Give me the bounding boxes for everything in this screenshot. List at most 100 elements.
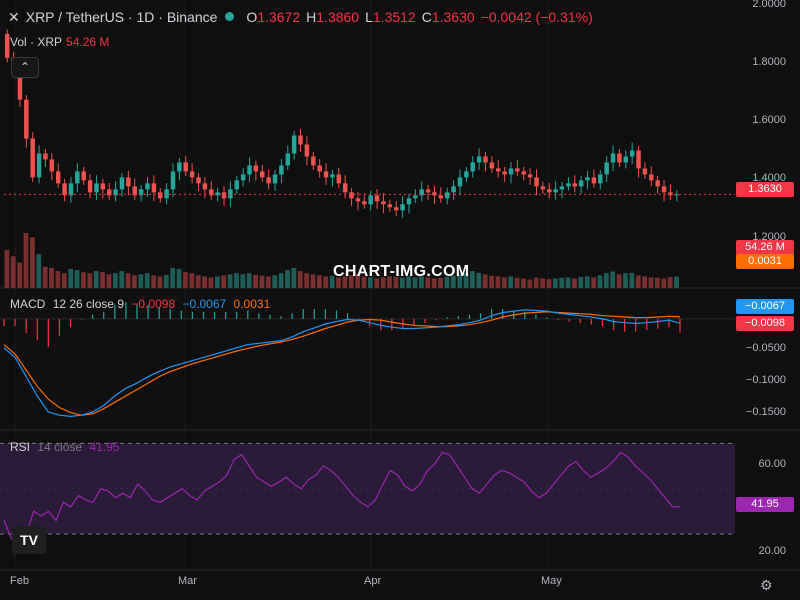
candle <box>578 175 584 194</box>
volume-bar <box>654 277 660 288</box>
volume-bar <box>208 277 214 288</box>
candle-body <box>285 153 291 166</box>
volume-bar <box>87 273 93 288</box>
candle-body <box>629 150 635 157</box>
candle <box>464 166 469 182</box>
candle-body <box>661 186 667 193</box>
candle <box>604 156 609 182</box>
macd-hist-bar <box>646 318 648 331</box>
rsi-params: 14 close <box>37 440 83 454</box>
tradingview-logo-icon[interactable]: TV <box>12 526 46 554</box>
volume-bar <box>265 276 271 288</box>
volume-bar <box>310 274 316 288</box>
volume-bar <box>603 273 609 288</box>
candle-body <box>457 177 463 187</box>
candle-body <box>649 174 654 181</box>
macd-hist-bar <box>612 318 615 331</box>
collapse-legend-button[interactable]: ⌃ <box>11 57 39 78</box>
macd-hist-bar <box>358 318 360 320</box>
candle-body <box>368 195 373 205</box>
macd-pane <box>0 301 735 418</box>
volume-bar <box>195 275 201 288</box>
volume-bar <box>552 278 558 288</box>
candle <box>323 163 329 185</box>
candle <box>158 187 163 203</box>
candle-body <box>610 153 616 163</box>
volume-bar <box>4 249 10 288</box>
volume-bar <box>514 277 520 288</box>
candle <box>119 172 125 197</box>
candle-body <box>151 183 157 193</box>
candle-body <box>87 180 93 193</box>
volume-bar <box>661 278 667 288</box>
rsi-tag: 41.95 <box>736 497 794 512</box>
volume-bar <box>316 275 322 288</box>
volume-bar <box>476 272 482 288</box>
candle <box>374 189 380 209</box>
macd-hist-bar <box>335 310 338 319</box>
symbol-title: XRP / TetherUS · 1D · Binance <box>25 9 218 25</box>
volume-bar <box>323 276 329 288</box>
volume-bar <box>112 273 118 288</box>
macd-hist-bar <box>557 318 559 321</box>
candle <box>559 181 565 199</box>
rsi-tick: 60.00 <box>758 458 786 470</box>
candle-body <box>228 189 233 199</box>
candle-body <box>317 165 322 172</box>
candle <box>451 180 456 200</box>
volume-bar <box>23 233 29 288</box>
candle-body <box>62 183 67 196</box>
macd-hist-bar <box>657 318 659 329</box>
price-tick: 2.0000 <box>752 0 786 10</box>
candle-body <box>559 186 565 190</box>
volume-bar <box>610 271 616 288</box>
macd-hist-bar <box>25 318 27 334</box>
macd-hist-bar <box>623 318 626 332</box>
candle-body <box>553 189 558 193</box>
rsi-legend: RSI 14 close 41.95 <box>10 440 119 454</box>
volume-bar <box>93 271 99 288</box>
macd-hist-bar <box>491 308 493 319</box>
volume-bar <box>482 274 488 288</box>
macd-hist-bar <box>80 318 83 320</box>
candle-body <box>438 195 444 199</box>
macd-hist-bar <box>58 318 61 336</box>
volume-bar <box>285 270 290 288</box>
open-label: O <box>246 9 258 25</box>
candle <box>266 169 271 190</box>
macd-hist-bar <box>590 318 592 325</box>
candle <box>674 189 680 202</box>
candle-body <box>515 168 520 172</box>
candle <box>126 171 131 196</box>
candle-body <box>521 171 526 175</box>
candle-body <box>547 189 552 193</box>
candle-body <box>234 180 240 190</box>
volume-bar <box>157 276 163 288</box>
rsi-value: 41.95 <box>89 440 120 454</box>
volume-bar <box>578 277 584 288</box>
volume-bar <box>81 272 86 288</box>
gear-icon[interactable]: ⚙ <box>760 577 773 594</box>
volume-bar <box>138 274 144 288</box>
macd-hist-bar <box>191 311 193 319</box>
candle <box>349 187 354 206</box>
candle <box>655 175 660 194</box>
symbol-close-icon[interactable]: ✕ <box>8 9 20 25</box>
candle <box>177 157 182 181</box>
open-value: 1.3672 <box>257 9 301 25</box>
macd-hist-bar <box>579 318 581 324</box>
volume-bar <box>125 273 131 288</box>
macd-hist-bar <box>546 317 548 319</box>
volume-bar <box>642 276 648 288</box>
candle <box>75 163 80 193</box>
macd-hist-bar <box>92 314 94 319</box>
volume-bar <box>183 272 188 288</box>
candle-body <box>221 192 227 199</box>
candle <box>209 181 214 200</box>
volume-bar <box>616 274 622 288</box>
volume-bar <box>106 274 112 288</box>
candle <box>381 193 386 214</box>
candle-body <box>189 171 195 178</box>
candle <box>617 148 622 167</box>
x-label: May <box>541 575 562 587</box>
